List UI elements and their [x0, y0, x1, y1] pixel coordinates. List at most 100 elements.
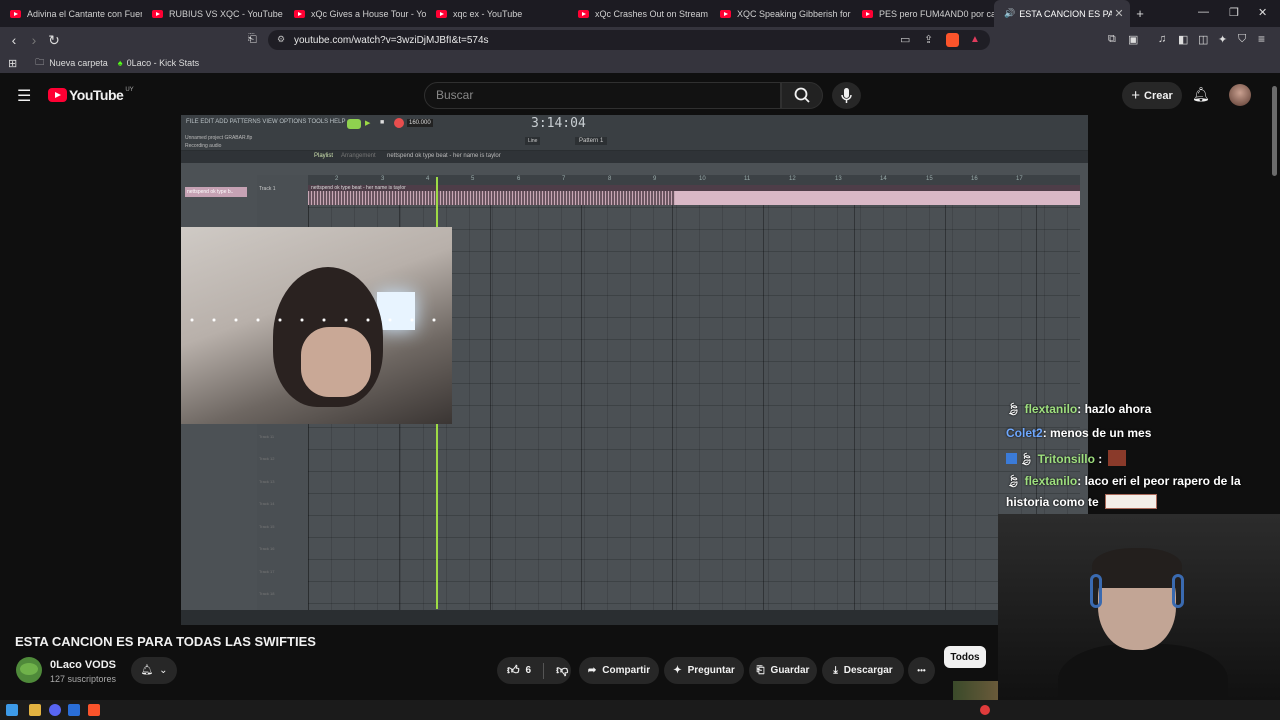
ask-button[interactable]: ✦ Preguntar — [664, 657, 744, 684]
chat-user: flextanilo — [1024, 402, 1078, 416]
leo-ai-icon[interactable]: ✦ — [1218, 33, 1227, 46]
account-avatar[interactable] — [1229, 84, 1251, 106]
notifications-bell-icon[interactable]: 🔔︎ — [1192, 86, 1210, 103]
bookmark-item[interactable]: ♠ 0Laco - Kick Stats — [118, 58, 199, 68]
voice-search-button[interactable] — [832, 82, 861, 109]
apps-grid-icon[interactable]: ⊞ — [8, 57, 17, 70]
brave-shield-icon[interactable] — [946, 33, 959, 47]
chat-overlay: 🍃︎ flextanilo: hazlo ahora Colet2: menos… — [1000, 400, 1270, 518]
tab-title: xQc Gives a House Tour - YouTube — [311, 8, 426, 19]
sidebar-icon[interactable]: ◧ — [1178, 33, 1188, 46]
ruler-tick-label: 3 — [381, 176, 385, 182]
subscriber-count: 127 suscriptores — [50, 674, 117, 684]
ask-label: Preguntar — [687, 665, 735, 676]
chat-text: : menos de un mes — [1042, 426, 1152, 440]
arrangement-label: Arrangement — [341, 153, 376, 159]
ruler-tick-label: 6 — [517, 176, 521, 182]
minimize-icon[interactable]: — — [1198, 6, 1209, 18]
share-icon[interactable]: ⇪ — [924, 33, 933, 46]
site-info-icon[interactable]: ⚙ — [277, 34, 285, 45]
thumbs-up-icon: 👍︎ — [507, 663, 520, 677]
chat-message: historia como te — [1006, 494, 1157, 509]
youtube-favicon-icon — [578, 9, 589, 18]
chat-emote-icon: 🍃︎ — [1006, 402, 1025, 416]
ruler-tick-label: 12 — [789, 176, 796, 182]
windows-taskbar — [0, 700, 1280, 720]
like-button[interactable]: 👍︎ 6 — [507, 663, 531, 678]
ruler-tick-label: 11 — [744, 176, 751, 182]
file-explorer-icon[interactable] — [29, 704, 41, 716]
rewards-icon[interactable]: ▲ — [970, 34, 980, 45]
browser-tab[interactable]: PES pero FUM4AND0 por cada — [852, 0, 994, 27]
forward-icon[interactable]: › — [24, 32, 44, 48]
playlist-breadcrumb: nettspend ok type beat - her name is tay… — [387, 153, 501, 159]
discord-icon[interactable] — [49, 704, 61, 716]
menu-icon[interactable]: ≡ — [1258, 32, 1265, 46]
windows-start-icon[interactable] — [6, 704, 18, 716]
reload-icon[interactable]: ↻ — [44, 32, 64, 49]
kick-icon: ♠ — [117, 58, 123, 68]
channel-avatar[interactable] — [16, 657, 42, 683]
search-button[interactable] — [781, 82, 823, 109]
browser-tab[interactable]: XQC Speaking Gibberish for 3 — [710, 0, 852, 27]
streamer-webcam-2 — [998, 514, 1280, 720]
folder-icon: 🗀 — [35, 57, 45, 67]
browser-tab[interactable]: RUBIUS VS XQC - YouTube — [142, 0, 284, 27]
url-field[interactable]: ⚙ youtube.com/watch?v=3wziDjMJBfI&t=574s… — [268, 30, 990, 50]
wallet-icon[interactable]: ◫ — [1198, 33, 1208, 46]
subscription-bell-button[interactable]: 🔔︎ ⌄ — [131, 657, 177, 684]
vpn-icon[interactable]: ⛉ — [1238, 33, 1246, 46]
extensions-icon[interactable]: ⧉ — [1108, 33, 1116, 46]
app-icon[interactable] — [68, 704, 80, 716]
browser-tab[interactable]: xQc Gives a House Tour - YouTube — [284, 0, 426, 27]
cast-icon[interactable]: ▭ — [900, 33, 910, 46]
share-icon: ➦ — [587, 665, 597, 676]
youtube-favicon-icon — [720, 9, 731, 18]
filter-chip-all[interactable]: Todos — [944, 646, 986, 668]
page-scrollbar[interactable] — [1272, 86, 1277, 176]
ruler-tick-label: 17 — [1016, 176, 1023, 182]
new-tab-button[interactable]: + — [1130, 6, 1150, 21]
create-button[interactable]: + Crear — [1122, 82, 1182, 109]
back-icon[interactable]: ‹ — [4, 32, 24, 48]
video-player[interactable]: FILE EDIT ADD PATTERNS VIEW OPTIONS TOOL… — [181, 115, 1088, 625]
screenshot-icon[interactable]: ▣ — [1128, 33, 1138, 46]
sparkle-icon: ✦ — [673, 665, 682, 676]
browser-tab-active[interactable]: 🔊ESTA CANCION ES PARA✕ — [994, 0, 1130, 27]
pattern-song-toggle — [347, 119, 361, 129]
chevron-down-icon: ⌄ — [159, 665, 168, 676]
ruler-tick-label: 2 — [335, 176, 339, 182]
chat-text: : hazlo ahora — [1077, 402, 1152, 416]
video-title: ESTA CANCION ES PARA TODAS LAS SWIFTIES — [15, 634, 316, 649]
tab-title: PES pero FUM4AND0 por cada — [879, 8, 994, 19]
playlist-titlebar: Playlist Arrangement nettspend ok type b… — [181, 151, 1088, 163]
save-button[interactable]: ⎗ Guardar — [749, 657, 817, 684]
share-button[interactable]: ➦ Compartir — [579, 657, 659, 684]
track-name: Track 11 — [259, 434, 275, 439]
restore-icon[interactable]: ❐ — [1229, 6, 1239, 19]
daw-menu: FILE EDIT ADD PATTERNS VIEW OPTIONS TOOL… — [186, 119, 346, 125]
bookmark-icon[interactable]: ⎗ — [248, 33, 257, 46]
brave-browser-icon[interactable] — [88, 704, 100, 716]
bookmark-item[interactable]: 🗀 Nueva carpeta — [35, 55, 108, 71]
browser-tab[interactable]: xqc ex - YouTube — [426, 0, 568, 27]
close-window-icon[interactable]: ✕ — [1258, 6, 1267, 19]
track-name: Track 13 — [259, 479, 275, 484]
snap-selector: Line — [525, 137, 541, 145]
notification-icon[interactable] — [980, 705, 990, 715]
stop-icon: ■ — [380, 119, 385, 126]
more-actions-button[interactable]: ••• — [908, 657, 935, 684]
hamburger-menu-icon[interactable]: ☰ — [17, 86, 31, 106]
waveform-selected — [675, 191, 1080, 205]
browser-tab[interactable]: xQc Crashes Out on Stream at — [568, 0, 710, 27]
youtube-favicon-icon — [294, 9, 305, 18]
streamer-hair — [1092, 548, 1182, 588]
close-tab-icon[interactable]: ✕ — [1112, 7, 1126, 20]
dislike-button[interactable]: 👎︎ — [556, 663, 568, 678]
search-input[interactable]: Buscar — [424, 82, 781, 109]
youtube-logo[interactable]: YouTube UY — [48, 87, 134, 103]
music-icon[interactable]: ♫ — [1158, 33, 1166, 45]
download-button[interactable]: ⤓ Descargar — [822, 657, 904, 684]
channel-name[interactable]: 0Laco VODS — [50, 659, 116, 671]
browser-tab[interactable]: Adivina el Cantante con Fuerza — [0, 0, 142, 27]
